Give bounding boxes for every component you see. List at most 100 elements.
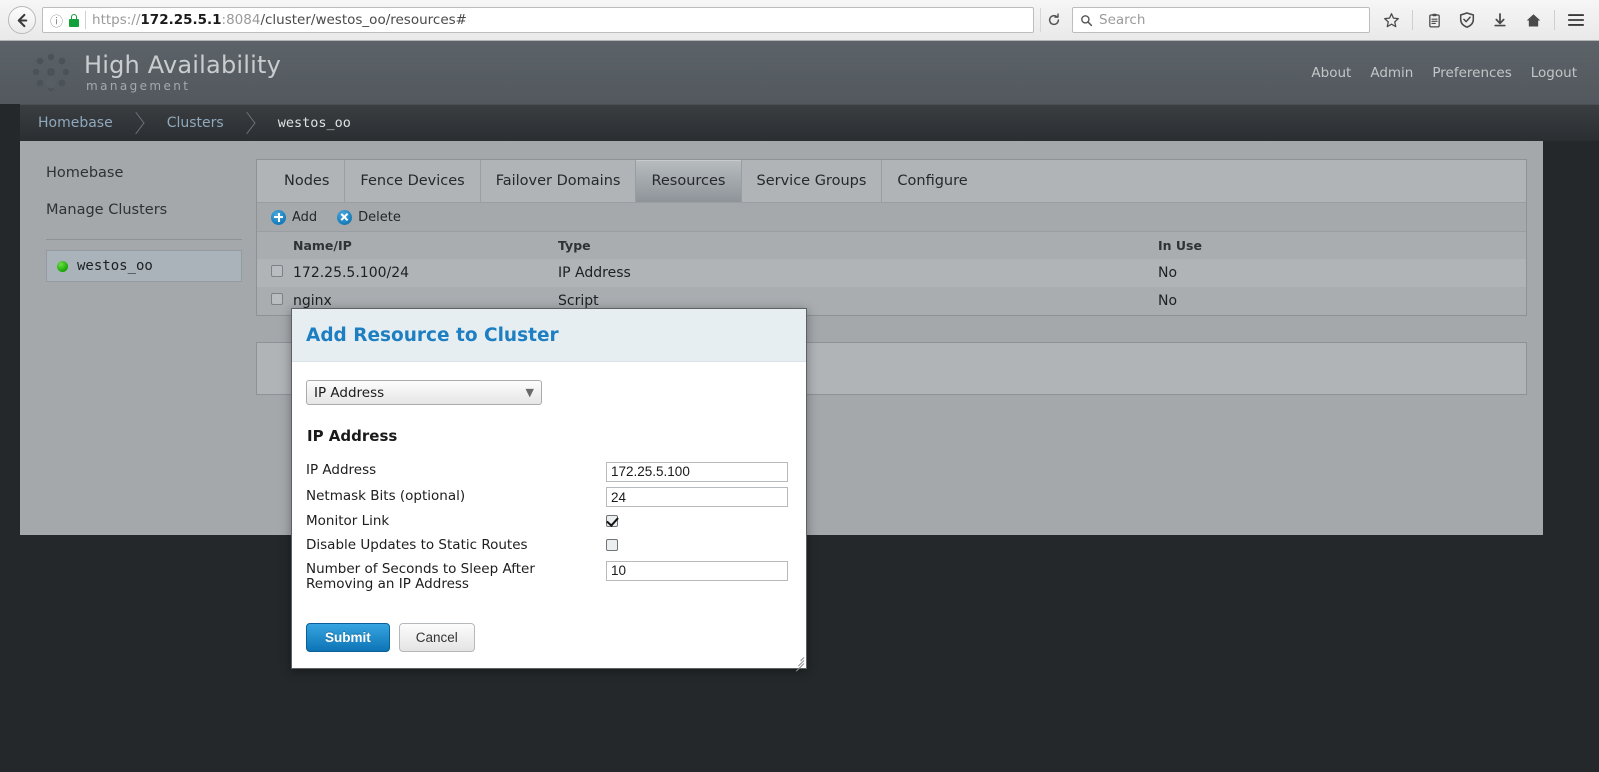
field-label: Disable Updates to Static Routes: [306, 537, 528, 553]
tab-nodes[interactable]: Nodes: [269, 160, 346, 202]
field-netmask-bits: Netmask Bits (optional): [306, 487, 792, 507]
clipboard-icon[interactable]: [1419, 6, 1449, 34]
field-control: [606, 560, 788, 581]
row-name: 172.25.5.100/24: [293, 259, 558, 287]
row-in-use: No: [1158, 287, 1526, 315]
shield-icon[interactable]: [1452, 6, 1482, 34]
toolbar-divider-2: [1554, 10, 1555, 30]
sidebar-divider: [46, 239, 242, 240]
field-ip-address: IP Address: [306, 461, 792, 482]
home-icon[interactable]: [1518, 6, 1548, 34]
app-subtitle: management: [86, 79, 191, 93]
resize-grip-icon[interactable]: [792, 654, 805, 672]
reload-icon: [1048, 13, 1059, 26]
info-circle-icon[interactable]: ⓘ: [50, 11, 63, 30]
chevron-right-icon: [129, 105, 149, 141]
disable-static-routes-checkbox[interactable]: [606, 539, 618, 551]
back-button[interactable]: [8, 6, 36, 34]
field-disable-static-routes: Disable Updates to Static Routes: [306, 536, 792, 555]
resource-type-value: IP Address: [314, 384, 385, 401]
submit-button[interactable]: Submit: [306, 623, 390, 652]
sidebar-cluster-label: westos_oo: [77, 258, 153, 274]
nav-about[interactable]: About: [1311, 65, 1351, 81]
row-in-use: No: [1158, 259, 1526, 287]
ip-address-input[interactable]: [606, 461, 788, 482]
header-name-ip: Name/IP: [293, 231, 558, 259]
field-label: Number of Seconds to Sleep After Removin…: [306, 561, 535, 592]
star-icon[interactable]: [1376, 6, 1406, 34]
browser-toolbar: ⓘ https://172.25.5.1:8084/cluster/westos…: [0, 0, 1599, 41]
field-label: Monitor Link: [306, 513, 390, 529]
field-control: [606, 487, 788, 507]
add-resource-dialog: Add Resource to Cluster IP Address ▼ IP …: [291, 308, 807, 672]
field-control: [606, 461, 788, 482]
tab-bar: Nodes Fence Devices Failover Domains Res…: [257, 160, 1526, 202]
field-control: [606, 536, 788, 555]
browser-action-icons: [1376, 6, 1591, 34]
breadcrumb-clusters[interactable]: Clusters: [149, 105, 240, 141]
dialog-body: IP Address ▼ IP Address IP Address Netma…: [292, 362, 806, 605]
dialog-footer: Submit Cancel: [292, 605, 806, 668]
header-nav: About Admin Preferences Logout: [1311, 65, 1577, 81]
plus-circle-icon: [271, 209, 286, 225]
back-arrow-icon: [17, 13, 27, 27]
delete-button-label: Delete: [358, 209, 401, 225]
netmask-bits-input[interactable]: [606, 487, 788, 507]
row-checkbox-cell[interactable]: [257, 259, 293, 287]
tab-configure[interactable]: Configure: [882, 160, 982, 202]
section-title: IP Address: [307, 427, 398, 445]
nav-logout[interactable]: Logout: [1531, 65, 1577, 81]
tab-failover-domains[interactable]: Failover Domains: [481, 160, 637, 202]
app-title: High Availability: [84, 51, 282, 79]
field-label: Netmask Bits (optional): [306, 487, 466, 504]
table-row[interactable]: 172.25.5.100/24 IP Address No: [257, 259, 1526, 287]
row-checkbox[interactable]: [271, 265, 283, 277]
sidebar-item-manage-clusters[interactable]: Manage Clusters: [46, 202, 256, 218]
hamburger-menu-icon[interactable]: [1561, 6, 1591, 34]
sleep-seconds-input[interactable]: [606, 560, 788, 581]
resources-panel: Nodes Fence Devices Failover Domains Res…: [256, 159, 1527, 316]
breadcrumb-homebase[interactable]: Homebase: [20, 105, 129, 141]
x-circle-icon: [337, 209, 353, 225]
field-label: IP Address: [306, 462, 377, 478]
monitor-link-checkbox[interactable]: [606, 515, 618, 527]
sidebar: Homebase Manage Clusters westos_oo: [20, 141, 256, 535]
dialog-header: Add Resource to Cluster: [292, 309, 806, 362]
padlock-icon[interactable]: [69, 13, 80, 27]
toolbar-divider: [1412, 10, 1413, 30]
dialog-title: Add Resource to Cluster: [306, 325, 559, 346]
app-logo: High Availability management: [0, 50, 281, 96]
download-arrow-icon[interactable]: [1485, 6, 1515, 34]
nav-admin[interactable]: Admin: [1370, 65, 1413, 81]
reload-button[interactable]: [1040, 8, 1066, 32]
resources-toolbar: Add Delete: [257, 202, 1526, 231]
search-placeholder: Search: [1099, 12, 1146, 28]
tab-resources[interactable]: Resources: [636, 160, 742, 202]
sidebar-item-homebase[interactable]: Homebase: [46, 165, 256, 181]
droplet-cluster-logo: [28, 50, 74, 96]
breadcrumb-current: westos_oo: [277, 115, 351, 131]
resource-type-select[interactable]: IP Address ▼: [306, 380, 542, 405]
add-button[interactable]: Add: [271, 209, 318, 225]
address-divider: [85, 11, 87, 29]
cancel-button[interactable]: Cancel: [398, 623, 475, 652]
tab-service-groups[interactable]: Service Groups: [742, 160, 883, 202]
nav-preferences[interactable]: Preferences: [1432, 65, 1511, 81]
row-type: IP Address: [558, 259, 1158, 287]
page-body: Homebase Manage Clusters westos_oo Nodes…: [20, 141, 1543, 672]
row-checkbox[interactable]: [271, 293, 283, 305]
tab-fence-devices[interactable]: Fence Devices: [345, 160, 481, 202]
sidebar-item-westos-oo[interactable]: westos_oo: [46, 250, 242, 282]
search-input[interactable]: Search: [1072, 7, 1370, 33]
delete-button[interactable]: Delete: [337, 209, 401, 225]
chevron-right-icon-2: [240, 105, 260, 141]
add-button-label: Add: [292, 209, 318, 225]
row-checkbox-cell[interactable]: [257, 287, 293, 315]
table-header-row: Name/IP Type In Use: [257, 231, 1526, 259]
header-type: Type: [558, 231, 1158, 259]
address-bar[interactable]: ⓘ https://172.25.5.1:8084/cluster/westos…: [42, 7, 1034, 33]
status-dot-green: [57, 260, 68, 272]
search-icon: [1081, 14, 1093, 26]
header-select-all: [257, 231, 293, 259]
app-header: High Availability management About Admin…: [0, 41, 1599, 104]
